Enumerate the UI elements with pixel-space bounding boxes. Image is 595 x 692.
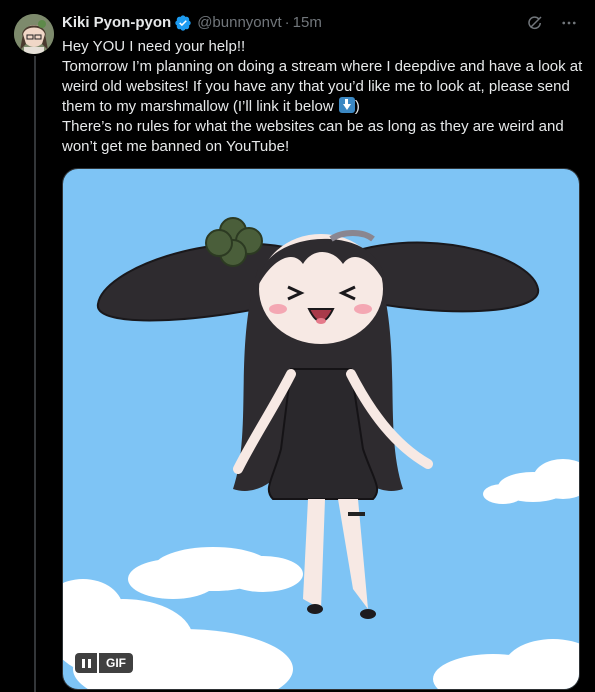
tweet-text-segment: ) xyxy=(354,98,360,115)
handle[interactable]: @bunnyonvt xyxy=(197,13,281,33)
tweet-text-segment: Tomorrow I’m planning on doing a stream … xyxy=(62,58,583,115)
tweet-header: Kiki Pyon-pyon @bunnyonvt · 15m xyxy=(62,13,322,33)
thread-line xyxy=(34,56,36,692)
gif-controls: GIF xyxy=(75,653,133,673)
tweet-actions-top xyxy=(525,13,579,33)
grok-icon[interactable] xyxy=(525,13,545,33)
avatar[interactable] xyxy=(14,14,54,54)
pause-icon[interactable] xyxy=(75,653,97,673)
down-arrow-emoji-icon xyxy=(338,97,355,113)
tweet-text-line: Tomorrow I’m planning on doing a stream … xyxy=(62,57,584,117)
tweet-text-line: Hey YOU I need your help!! xyxy=(62,38,246,55)
gif-badge: GIF xyxy=(99,653,133,673)
tweet[interactable]: Kiki Pyon-pyon @bunnyonvt · 15m Hey YOU … xyxy=(0,0,595,692)
gif-media[interactable]: GIF @kirokumart xyxy=(62,168,580,690)
tweet-text: Hey YOU I need your help!! Tomorrow I’m … xyxy=(62,37,584,157)
verified-badge-icon[interactable] xyxy=(174,14,192,32)
display-name[interactable]: Kiki Pyon-pyon xyxy=(62,13,171,33)
timestamp[interactable]: 15m xyxy=(293,13,322,33)
artist-watermark: @kirokumart xyxy=(491,670,565,683)
separator-dot: · xyxy=(284,14,290,31)
gif-image xyxy=(63,169,579,689)
tweet-text-line: There’s no rules for what the websites c… xyxy=(62,118,564,155)
more-icon[interactable] xyxy=(559,13,579,33)
